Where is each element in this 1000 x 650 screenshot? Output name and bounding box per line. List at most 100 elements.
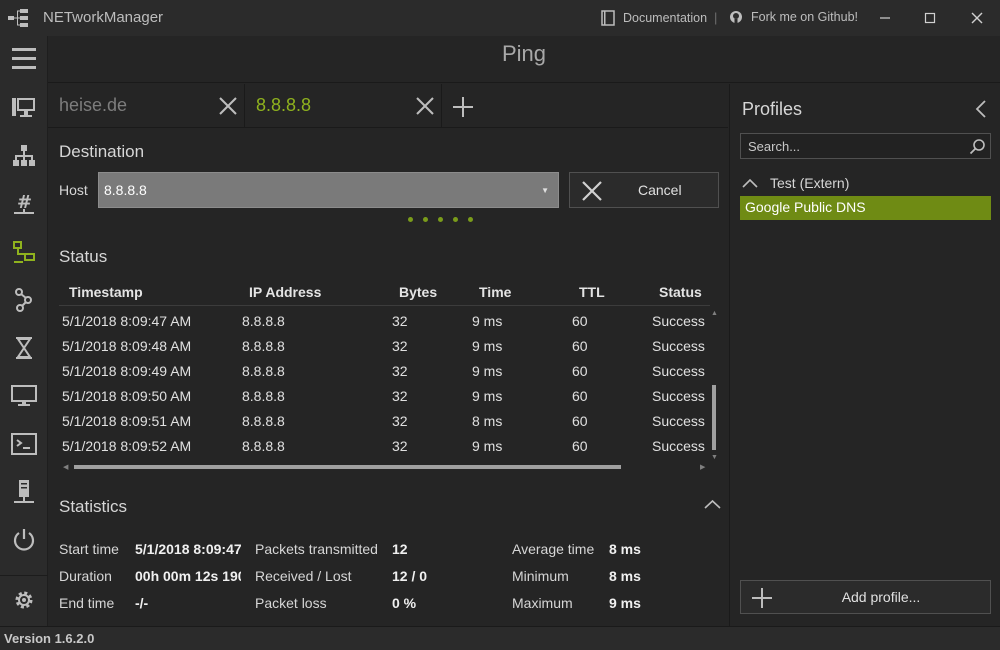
profile-item[interactable]: Google Public DNS — [740, 196, 991, 220]
table-row[interactable]: 5/1/2018 8:09:48 AM 8.8.8.8 32 9 ms 60 S… — [0, 338, 720, 363]
gear-icon — [15, 591, 33, 609]
add-profile-button[interactable]: Add profile... — [740, 580, 991, 614]
duration-value: 00h 00m 12s 190ms — [135, 568, 241, 584]
cell-ip: 8.8.8.8 — [242, 338, 285, 354]
column-header-time[interactable]: Time — [479, 284, 511, 300]
minimum-value: 8 ms — [609, 568, 641, 584]
cell-bytes: 32 — [392, 313, 408, 329]
documentation-link[interactable]: Documentation — [601, 10, 707, 26]
duration-label: Duration — [59, 568, 112, 584]
power-icon — [13, 529, 35, 551]
close-icon — [971, 12, 983, 24]
maximize-icon — [924, 12, 936, 24]
add-tab-icon[interactable] — [451, 95, 475, 119]
cell-time: 9 ms — [472, 363, 503, 379]
github-link[interactable]: Fork me on Github! — [729, 10, 858, 24]
network-interface-icon — [12, 98, 35, 117]
table-row[interactable]: 5/1/2018 8:09:47 AM 8.8.8.8 32 9 ms 60 S… — [0, 313, 720, 338]
nav-network-interface[interactable] — [0, 88, 48, 128]
cell-ttl: 60 — [572, 388, 588, 404]
cell-bytes: 32 — [392, 388, 408, 404]
cell-timestamp: 5/1/2018 8:09:50 AM — [62, 388, 192, 404]
scroll-right-arrow-icon[interactable]: ▶ — [700, 463, 705, 471]
minimize-icon — [880, 17, 890, 19]
chevron-left-icon[interactable] — [975, 100, 987, 118]
dropdown-caret-icon[interactable]: ▼ — [541, 186, 549, 195]
add-profile-label: Add profile... — [841, 589, 921, 605]
search-icon[interactable] — [969, 138, 986, 155]
minimum-label: Minimum — [512, 568, 569, 584]
close-tab-icon[interactable] — [218, 96, 238, 116]
column-header-timestamp[interactable]: Timestamp — [69, 284, 143, 300]
cell-status: Success — [652, 388, 705, 404]
close-tab-icon[interactable] — [415, 96, 435, 116]
status-bar: Version 1.6.2.0 — [0, 626, 1000, 650]
received-lost-value: 12 / 0 — [392, 568, 428, 584]
received-lost-label: Received / Lost — [255, 568, 352, 584]
table-row[interactable]: 5/1/2018 8:09:49 AM 8.8.8.8 32 9 ms 60 S… — [0, 363, 720, 388]
cell-ttl: 60 — [572, 438, 588, 454]
cell-ip: 8.8.8.8 — [242, 363, 285, 379]
column-header-bytes[interactable]: Bytes — [399, 284, 437, 300]
profile-search-input[interactable] — [741, 134, 961, 158]
tab-heise[interactable]: heise.de — [48, 84, 245, 128]
status-title: Status — [59, 247, 108, 266]
cell-status: Success — [652, 338, 705, 354]
version-label: Version 1.6.2.0 — [4, 631, 95, 646]
table-row[interactable]: 5/1/2018 8:09:52 AM 8.8.8.8 32 9 ms 60 S… — [0, 438, 720, 463]
cell-ip: 8.8.8.8 — [242, 413, 285, 429]
packet-loss-value: 0 % — [392, 595, 417, 611]
scroll-up-arrow-icon[interactable]: ▲ — [711, 310, 718, 317]
tab-8888[interactable]: 8.8.8.8 — [245, 84, 442, 128]
book-icon — [601, 10, 615, 26]
tab-label: heise.de — [59, 95, 128, 115]
cell-time: 9 ms — [472, 313, 503, 329]
cell-timestamp: 5/1/2018 8:09:51 AM — [62, 413, 192, 429]
nav-server[interactable] — [0, 472, 48, 512]
cancel-button[interactable]: Cancel — [569, 172, 719, 208]
horizontal-scrollbar-thumb[interactable] — [74, 465, 621, 469]
nav-settings[interactable] — [0, 580, 48, 620]
cell-status: Success — [652, 313, 705, 329]
hamburger-menu-icon[interactable] — [12, 48, 36, 75]
cell-ip: 8.8.8.8 — [242, 438, 285, 454]
cell-status: Success — [652, 438, 705, 454]
cell-timestamp: 5/1/2018 8:09:52 AM — [62, 438, 192, 454]
vertical-scrollbar-thumb[interactable] — [712, 385, 716, 450]
packets-transmitted-value: 12 — [392, 541, 408, 557]
page-header: Ping — [48, 36, 1000, 83]
cell-ip: 8.8.8.8 — [242, 388, 285, 404]
documentation-label: Documentation — [623, 11, 708, 25]
table-row[interactable]: 5/1/2018 8:09:51 AM 8.8.8.8 32 8 ms 60 S… — [0, 413, 720, 438]
statistics-title: Statistics — [59, 497, 128, 516]
column-header-status[interactable]: Status — [659, 284, 702, 300]
scroll-left-arrow-icon[interactable]: ◀ — [63, 463, 68, 471]
nav-ping[interactable] — [0, 232, 48, 272]
table-row[interactable]: 5/1/2018 8:09:50 AM 8.8.8.8 32 9 ms 60 S… — [0, 388, 720, 413]
github-icon — [730, 11, 742, 23]
close-window-button[interactable] — [965, 6, 989, 30]
nav-wake-on-lan[interactable] — [0, 520, 48, 560]
maximum-value: 9 ms — [609, 595, 641, 611]
column-header-ip[interactable]: IP Address — [249, 284, 321, 300]
minimize-button[interactable] — [873, 6, 897, 30]
cell-bytes: 32 — [392, 363, 408, 379]
column-header-ttl[interactable]: TTL — [579, 284, 605, 300]
packets-transmitted-label: Packets transmitted — [255, 541, 378, 557]
maximize-button[interactable] — [918, 6, 942, 30]
packet-loss-label: Packet loss — [255, 595, 327, 611]
nav-port-scanner[interactable]: # — [0, 184, 48, 224]
traceroute-icon — [15, 288, 32, 312]
cell-time: 9 ms — [472, 338, 503, 354]
app-logo-icon — [8, 9, 28, 27]
end-time-value: -/- — [135, 595, 149, 611]
destination-title: Destination — [59, 142, 145, 161]
profile-group-header[interactable]: Test (Extern) — [742, 175, 849, 191]
host-combobox[interactable]: 8.8.8.8 ▼ — [98, 172, 559, 208]
nav-ip-scanner[interactable] — [0, 136, 48, 176]
cell-ip: 8.8.8.8 — [242, 313, 285, 329]
progress-dots — [408, 217, 473, 222]
scroll-down-arrow-icon[interactable]: ▼ — [711, 454, 718, 461]
collapse-statistics-icon[interactable] — [704, 499, 721, 509]
cell-ttl: 60 — [572, 338, 588, 354]
